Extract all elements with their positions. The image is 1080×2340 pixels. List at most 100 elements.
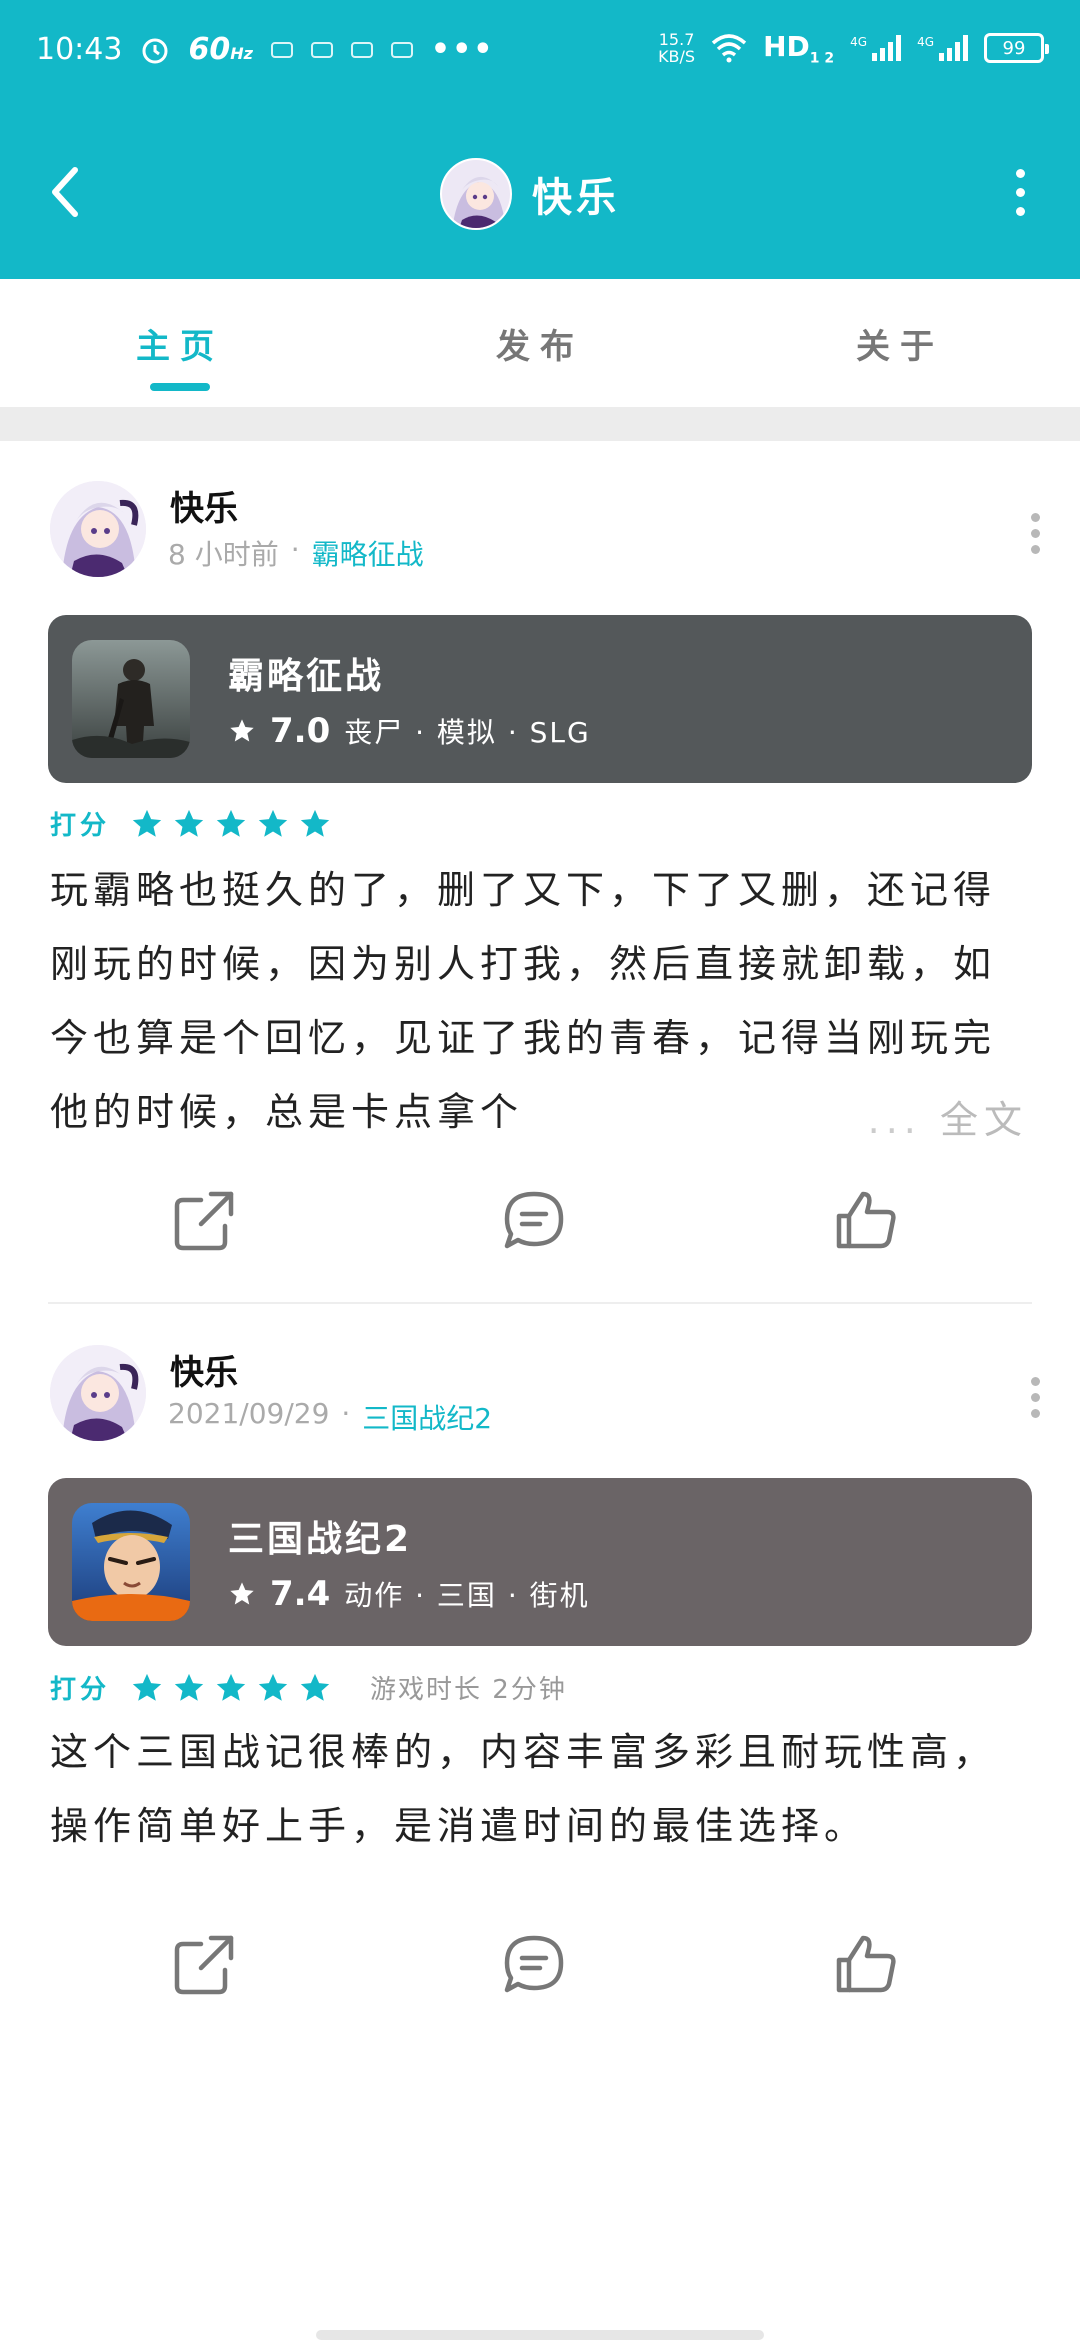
post-more-button[interactable] <box>1031 1377 1040 1418</box>
post-time: 2021/09/29 <box>168 1397 330 1430</box>
network-speed: 15.7 KB/S <box>658 30 696 67</box>
tab-about[interactable]: 关于 <box>720 279 1080 407</box>
notification-icon <box>270 41 293 58</box>
meta-separator: · <box>290 533 300 566</box>
post-more-button[interactable] <box>1031 513 1040 554</box>
post-time: 8 小时前 <box>168 538 279 571</box>
home-indicator[interactable] <box>316 2330 764 2340</box>
top-bar: 10:43 60Hz ••• 15.7 KB/S HD1 2 4G 4G 99 <box>0 0 1080 279</box>
share-icon <box>174 1191 234 1251</box>
clock: 10:43 <box>36 32 123 67</box>
star-rating <box>130 807 332 841</box>
star-icon <box>258 1673 288 1701</box>
post-username[interactable]: 快乐 <box>170 1345 238 1394</box>
like-button[interactable] <box>826 1181 906 1261</box>
meta-separator: · <box>341 1397 351 1430</box>
post-separator <box>48 1302 1032 1304</box>
notification-icon <box>390 41 413 58</box>
star-icon <box>174 809 204 837</box>
more-vertical-icon <box>1031 513 1040 522</box>
game-card[interactable]: 三国战纪2 7.4 动作 · 三国 · 街机 <box>48 1478 1032 1646</box>
wifi-icon <box>711 34 747 63</box>
avatar[interactable] <box>50 481 146 577</box>
more-options-button[interactable] <box>1000 162 1040 222</box>
avatar[interactable] <box>440 158 512 230</box>
alarm-icon <box>142 38 168 63</box>
post-game-link[interactable]: 三国战纪2 <box>362 1397 492 1437</box>
signal-icon: 4G <box>850 35 902 62</box>
post-text[interactable]: 这个三国战记很棒的，内容丰富多彩且耐玩性高，操作简单好上手，是消遣时间的最佳选择… <box>50 1715 1032 1863</box>
comment-button[interactable] <box>494 1181 574 1261</box>
star-icon <box>300 1673 330 1701</box>
section-divider <box>0 407 1080 441</box>
game-stats: 7.4 动作 · 三国 · 街机 <box>228 1574 590 1614</box>
star-icon <box>300 809 330 837</box>
back-button[interactable] <box>40 162 90 222</box>
star-icon <box>230 1582 254 1605</box>
hd-indicator: HD1 2 <box>763 30 835 67</box>
tab-home[interactable]: 主页 <box>0 279 360 407</box>
tab-indicator <box>150 383 210 391</box>
post-game-link[interactable]: 霸略征战 <box>312 533 424 573</box>
battery-icon: 99 <box>984 33 1049 64</box>
star-icon <box>258 809 288 837</box>
playtime: 游戏时长 2分钟 <box>370 1675 567 1705</box>
star-icon <box>174 1673 204 1701</box>
status-bar: 10:43 60Hz ••• 15.7 KB/S HD1 2 4G 4G 99 <box>0 0 1080 110</box>
game-info: 三国战纪2 7.4 动作 · 三国 · 街机 <box>228 1510 590 1614</box>
more-vertical-icon <box>1031 1377 1040 1386</box>
star-icon <box>216 1673 246 1701</box>
share-button[interactable] <box>164 1925 244 2005</box>
post-actions <box>0 1925 1080 2025</box>
share-icon <box>174 1935 234 1995</box>
game-tags: 动作 · 三国 · 街机 <box>344 1579 590 1612</box>
star-icon <box>216 809 246 837</box>
chevron-left-icon <box>52 167 78 217</box>
post-card: 快乐 8 小时前 · 霸略征战 霸略征战 7.0 丧尸 · 模拟 · SLG 打… <box>0 441 1080 1304</box>
like-button[interactable] <box>826 1925 906 2005</box>
refresh-rate: 60Hz <box>188 32 253 67</box>
signal-icon: 4G <box>917 35 968 62</box>
game-icon <box>72 1503 190 1621</box>
game-name: 三国战纪2 <box>228 1519 413 1560</box>
rating-label: 打分 <box>50 811 111 841</box>
star-icon <box>132 1673 162 1701</box>
game-tags: 丧尸 · 模拟 · SLG <box>344 716 591 749</box>
header-profile: 快乐 <box>440 158 620 230</box>
game-icon <box>72 640 190 758</box>
share-button[interactable] <box>164 1181 244 1261</box>
thumbs-up-icon <box>836 1935 896 1993</box>
tab-posts[interactable]: 发布 <box>360 279 720 407</box>
post-meta: 8 小时前 · 霸略征战 <box>168 533 424 573</box>
post-card: 快乐 2021/09/29 · 三国战纪2 三国战纪2 7.4 动作 · 三国 … <box>0 1305 1080 1848</box>
app-header: 快乐 <box>0 110 1080 279</box>
read-more-link[interactable]: ... 全文 <box>853 1089 1028 1144</box>
tab-bar: 主页 发布 关于 <box>0 279 1080 407</box>
status-right: 15.7 KB/S HD1 2 4G 4G 99 <box>658 30 1049 67</box>
notification-icon <box>350 41 373 58</box>
rating-label: 打分 <box>50 1675 111 1705</box>
header-title: 快乐 <box>532 175 620 221</box>
post-meta: 2021/09/29 · 三国战纪2 <box>168 1397 492 1437</box>
game-score: 7.0 <box>270 711 331 751</box>
comment-icon <box>504 1935 564 1993</box>
post-header: 快乐 8 小时前 · 霸略征战 <box>0 441 1080 613</box>
post-header: 快乐 2021/09/29 · 三国战纪2 <box>0 1305 1080 1477</box>
star-icon <box>230 719 254 742</box>
comment-button[interactable] <box>494 1925 574 2005</box>
notification-icon <box>310 41 333 58</box>
rating-row: 打分 游戏时长 2分钟 <box>50 1669 567 1706</box>
thumbs-up-icon <box>836 1191 896 1249</box>
status-left: 10:43 60Hz ••• <box>36 32 494 67</box>
game-stats: 7.0 丧尸 · 模拟 · SLG <box>228 711 591 751</box>
game-score: 7.4 <box>270 1574 331 1614</box>
avatar[interactable] <box>50 1345 146 1441</box>
game-name: 霸略征战 <box>228 656 385 697</box>
post-username[interactable]: 快乐 <box>170 481 238 530</box>
post-actions <box>0 1181 1080 1281</box>
game-card[interactable]: 霸略征战 7.0 丧尸 · 模拟 · SLG <box>48 615 1032 783</box>
star-icon <box>132 809 162 837</box>
star-rating <box>130 1671 332 1705</box>
more-vertical-icon <box>1015 168 1025 178</box>
rating-row: 打分 <box>50 805 332 842</box>
